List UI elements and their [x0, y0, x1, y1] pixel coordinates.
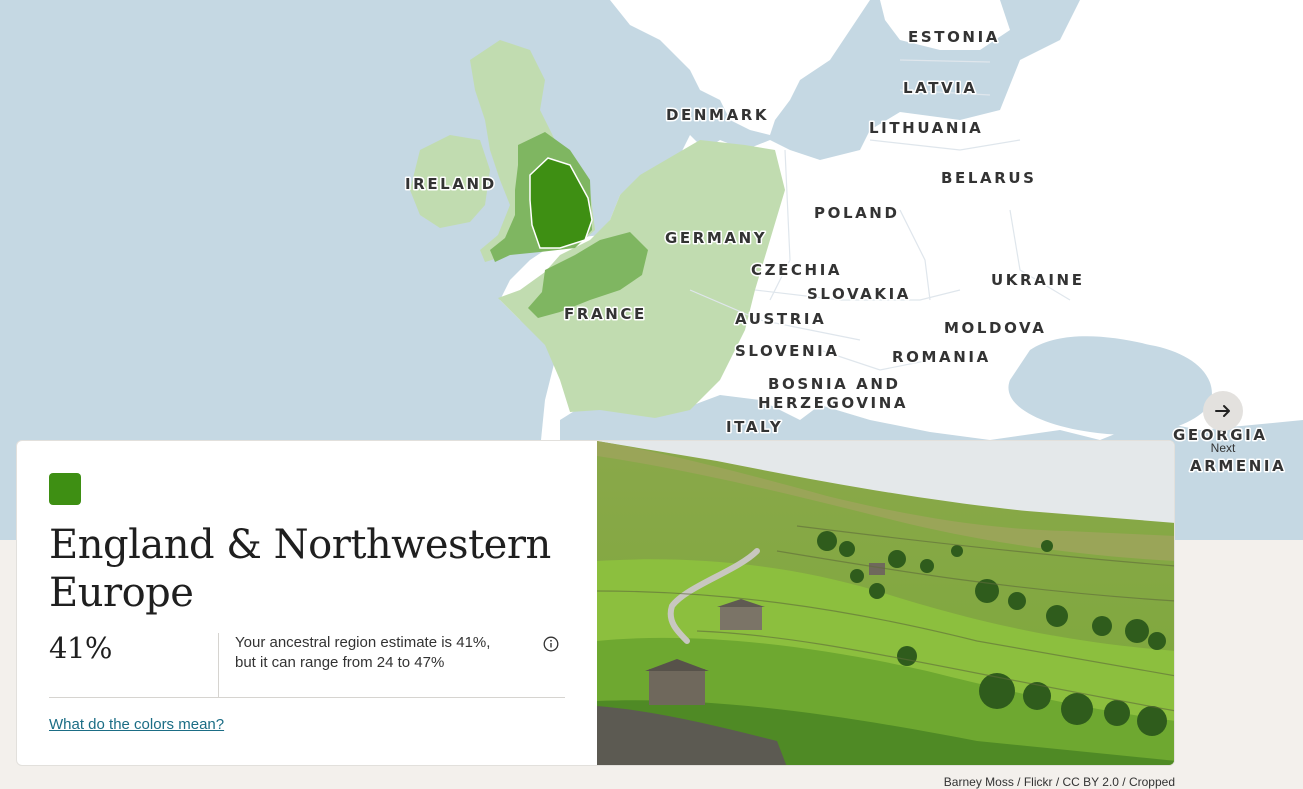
- arrow-right-icon: [1215, 405, 1230, 417]
- map-label-slovenia: SLOVENIA: [735, 342, 840, 360]
- region-card: England & Northwestern Europe 41% Your a…: [16, 440, 1175, 766]
- next-label: Next: [1210, 441, 1236, 455]
- map-label-romania: ROMANIA: [892, 348, 991, 366]
- landscape-photo: [597, 441, 1174, 765]
- map-label-ukraine: UKRAINE: [991, 271, 1085, 289]
- map-label-italy: ITALY: [726, 418, 783, 436]
- map-label-france: FRANCE: [564, 305, 647, 323]
- vertical-divider: [218, 633, 219, 697]
- map-label-belarus: BELARUS: [941, 169, 1037, 187]
- info-icon[interactable]: [543, 636, 559, 652]
- map-label-poland: POLAND: [814, 204, 900, 222]
- what-colors-mean-link[interactable]: What do the colors mean?: [49, 716, 224, 733]
- map-label-lithuania: LITHUANIA: [869, 119, 983, 137]
- estimate-text: Your ancestral region estimate is 41%, b…: [235, 634, 491, 671]
- map-label-slovakia: SLOVAKIA: [807, 285, 911, 303]
- map-label-latvia: LATVIA: [903, 79, 978, 97]
- next-button[interactable]: [1203, 391, 1243, 431]
- map-label-moldova: MOLDOVA: [944, 319, 1046, 337]
- map-label-bosnia-line2: HERZEGOVINA: [758, 394, 908, 412]
- map-label-austria: AUSTRIA: [735, 310, 826, 328]
- horizontal-divider: [49, 697, 565, 698]
- map-label-denmark: DENMARK: [666, 106, 769, 124]
- map-label-estonia: ESTONIA: [908, 28, 1000, 46]
- map-label-bosnia-line1: BOSNIA AND: [768, 375, 901, 393]
- map-label-ireland: IRELAND: [405, 175, 497, 193]
- region-percent: 41%: [49, 631, 112, 665]
- map-label-czechia: CZECHIA: [751, 261, 842, 279]
- map-label-armenia: ARMENIA: [1190, 457, 1286, 475]
- region-color-swatch: [49, 473, 81, 505]
- map-label-germany: GERMANY: [665, 229, 767, 247]
- region-title: England & Northwestern Europe: [49, 522, 551, 616]
